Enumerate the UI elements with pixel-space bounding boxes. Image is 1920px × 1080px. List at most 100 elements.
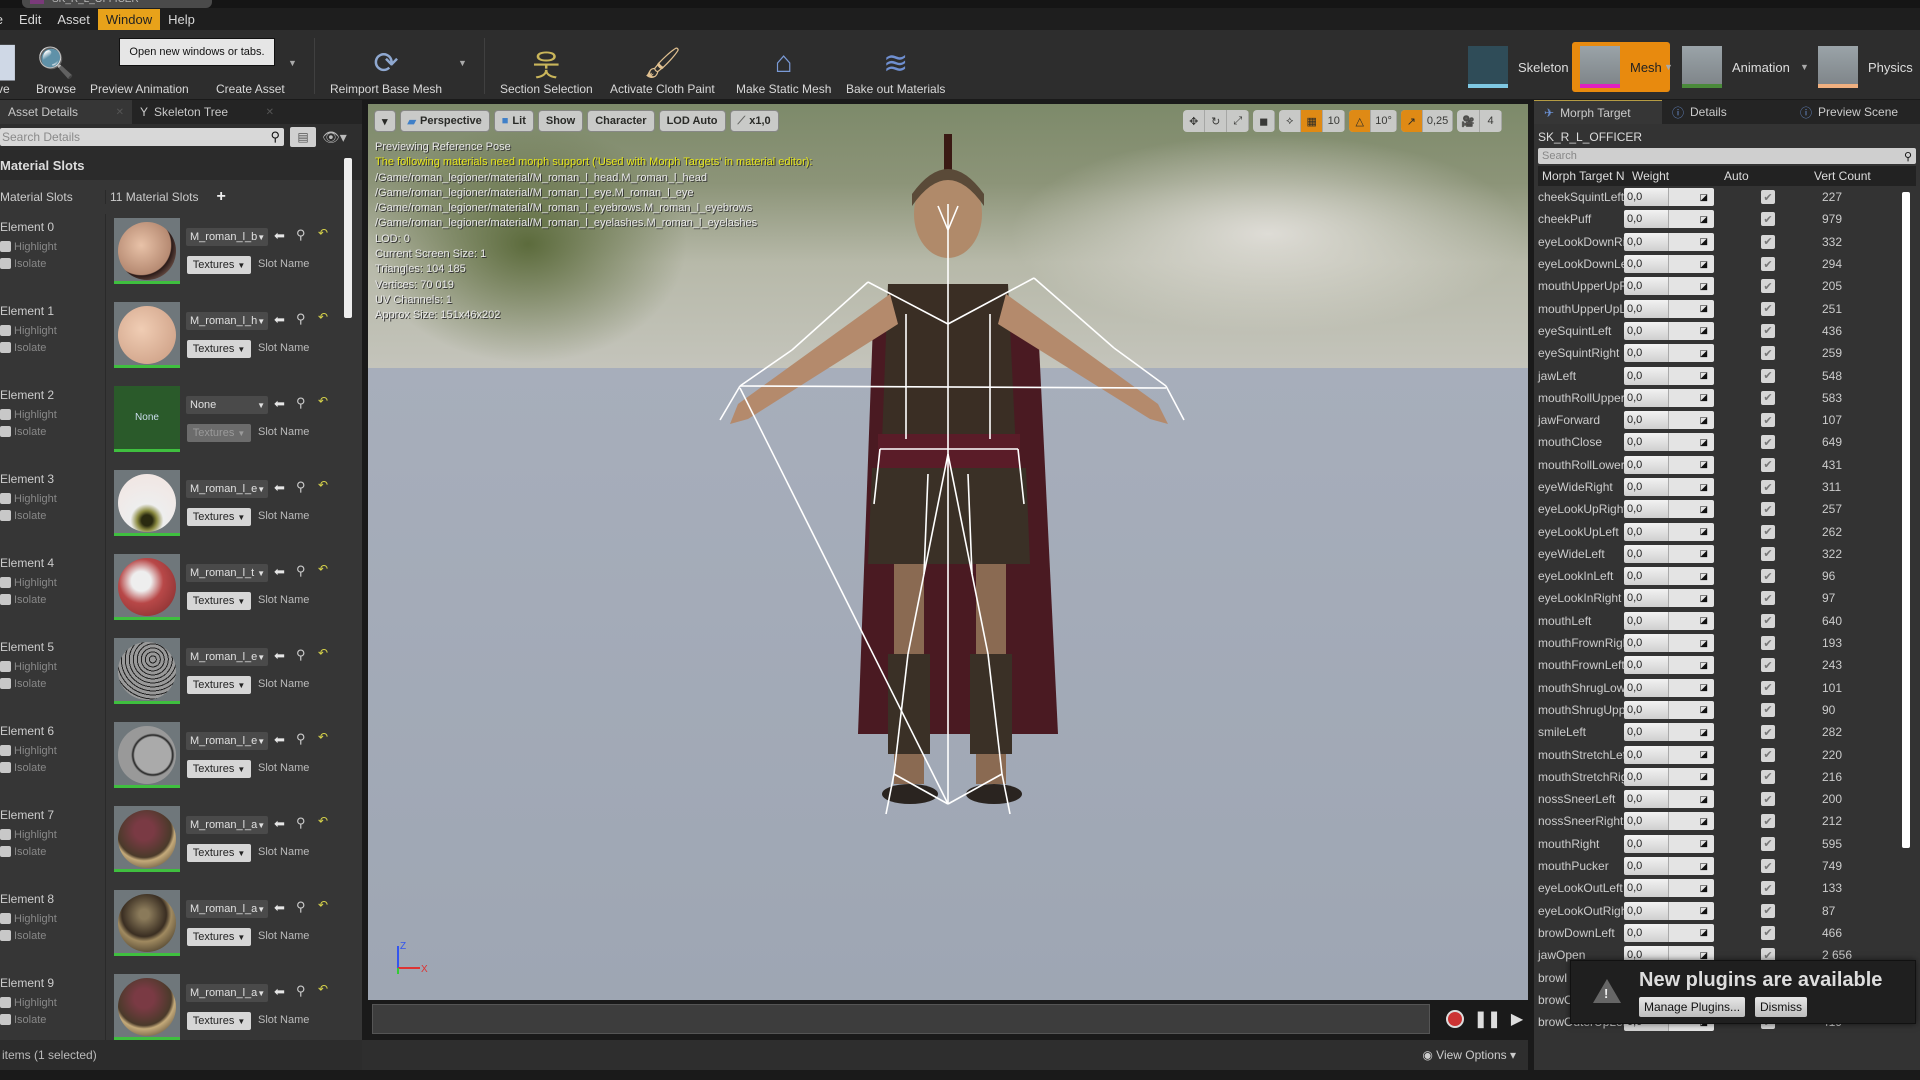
auto-checkbox[interactable]: ✔ (1761, 212, 1775, 227)
weight-value[interactable]: 0,0 (1624, 790, 1668, 809)
weight-slider-handle-icon[interactable]: ◪ (1668, 500, 1714, 519)
col-vert-count[interactable]: Vert Count (1814, 169, 1914, 183)
mode-mesh-button[interactable]: Mesh (1572, 42, 1670, 92)
morph-scrollbar[interactable] (1902, 192, 1910, 848)
weight-slider-handle-icon[interactable]: ◪ (1668, 678, 1714, 697)
view-options-eye-icon[interactable]: 👁▾ (322, 129, 347, 146)
viewport-options-menu[interactable]: ▾ (374, 110, 396, 132)
material-thumbnail[interactable] (114, 302, 180, 368)
weight-value[interactable]: 0,0 (1624, 634, 1668, 653)
weight-value[interactable]: 0,0 (1624, 411, 1668, 430)
menu-window[interactable]: Window (97, 8, 161, 30)
weight-slider-handle-icon[interactable]: ◪ (1668, 879, 1714, 898)
auto-checkbox[interactable]: ✔ (1761, 680, 1775, 695)
weight-spinbox[interactable]: 0,0 ◪ (1624, 857, 1714, 876)
weight-value[interactable]: 0,0 (1624, 834, 1668, 853)
weight-spinbox[interactable]: 0,0 ◪ (1624, 277, 1714, 296)
record-button[interactable] (1446, 1010, 1464, 1028)
browse-search-icon[interactable]: ⚲ (296, 731, 306, 747)
world-local-toggle-icon[interactable]: ◼ (1253, 110, 1276, 132)
auto-checkbox[interactable]: ✔ (1761, 257, 1775, 272)
grid-snap-toggle-icon[interactable]: ▦ (1301, 110, 1324, 132)
auto-checkbox[interactable]: ✔ (1761, 814, 1775, 829)
rotation-snap-value[interactable]: 10° (1371, 110, 1397, 132)
isolate-checkbox[interactable]: Isolate (0, 507, 105, 524)
isolate-checkbox[interactable]: Isolate (0, 1011, 105, 1028)
use-selected-arrow-icon[interactable]: ⬅ (274, 396, 285, 412)
auto-checkbox[interactable]: ✔ (1761, 859, 1775, 874)
isolate-checkbox[interactable]: Isolate (0, 339, 105, 356)
auto-checkbox[interactable]: ✔ (1761, 725, 1775, 740)
textures-dropdown[interactable]: Textures ▼ (187, 256, 251, 274)
highlight-checkbox[interactable]: Highlight (0, 322, 105, 339)
weight-spinbox[interactable]: 0,0 ◪ (1624, 901, 1714, 920)
reset-to-default-icon[interactable]: ↶ (318, 562, 328, 576)
perspective-button[interactable]: ▰ Perspective (399, 110, 490, 132)
auto-checkbox[interactable]: ✔ (1761, 480, 1775, 494)
reset-to-default-icon[interactable]: ↶ (318, 310, 328, 324)
weight-value[interactable]: 0,0 (1624, 745, 1668, 764)
mode-skeleton-button[interactable]: Skeleton (1460, 42, 1577, 92)
weight-value[interactable]: 0,0 (1624, 544, 1668, 563)
material-picker-combo[interactable]: M_roman_l_e ▼ (186, 480, 268, 498)
isolate-checkbox[interactable]: Isolate (0, 255, 105, 272)
camera-speed-icon[interactable]: 🎥 (1457, 110, 1480, 132)
material-picker-combo[interactable]: M_roman_l_a ▼ (186, 984, 268, 1002)
weight-spinbox[interactable]: 0,0 ◪ (1624, 923, 1714, 942)
weight-spinbox[interactable]: 0,0 ◪ (1624, 299, 1714, 318)
weight-value[interactable]: 0,0 (1624, 210, 1668, 229)
weight-value[interactable]: 0,0 (1624, 901, 1668, 920)
scale-snap-value[interactable]: 0,25 (1423, 110, 1454, 132)
weight-spinbox[interactable]: 0,0 ◪ (1624, 656, 1714, 675)
preview-viewport[interactable]: ▾ ▰ Perspective ■ Lit Show Character LOD A… (368, 104, 1528, 1000)
section-selection-button[interactable]: 웃 Section Selection (500, 36, 593, 96)
property-matrix-button[interactable]: ▤ (290, 127, 316, 147)
weight-slider-handle-icon[interactable]: ◪ (1668, 567, 1714, 586)
material-thumbnail[interactable] (114, 554, 180, 620)
lod-button[interactable]: LOD Auto (658, 110, 726, 132)
weight-slider-handle-icon[interactable]: ◪ (1668, 299, 1714, 318)
use-selected-arrow-icon[interactable]: ⬅ (274, 564, 285, 580)
document-tab[interactable]: SK_R_L_OFFICER (22, 0, 212, 8)
weight-value[interactable]: 0,0 (1624, 455, 1668, 474)
translate-tool-icon[interactable]: ✥ (1183, 110, 1206, 132)
auto-checkbox[interactable]: ✔ (1761, 747, 1775, 762)
use-selected-arrow-icon[interactable]: ⬅ (274, 228, 285, 244)
highlight-checkbox[interactable]: Highlight (0, 910, 105, 927)
auto-checkbox[interactable]: ✔ (1761, 502, 1775, 517)
camera-speed-value[interactable]: 4 (1480, 110, 1502, 132)
browse-search-icon[interactable]: ⚲ (296, 479, 306, 495)
use-selected-arrow-icon[interactable]: ⬅ (274, 984, 285, 1000)
weight-slider-handle-icon[interactable]: ◪ (1668, 857, 1714, 876)
reset-to-default-icon[interactable]: ↶ (318, 898, 328, 912)
auto-checkbox[interactable]: ✔ (1761, 613, 1775, 628)
browse-search-icon[interactable]: ⚲ (296, 311, 306, 327)
weight-slider-handle-icon[interactable]: ◪ (1668, 901, 1714, 920)
weight-spinbox[interactable]: 0,0 ◪ (1624, 790, 1714, 809)
weight-value[interactable]: 0,0 (1624, 879, 1668, 898)
weight-slider-handle-icon[interactable]: ◪ (1668, 589, 1714, 608)
weight-slider-handle-icon[interactable]: ◪ (1668, 812, 1714, 831)
scale-snap-toggle-icon[interactable]: ↗ (1400, 110, 1423, 132)
weight-value[interactable]: 0,0 (1624, 678, 1668, 697)
weight-value[interactable]: 0,0 (1624, 723, 1668, 742)
view-options-button[interactable]: ◉ View Options ▾ (1422, 1048, 1516, 1062)
material-thumbnail[interactable] (114, 638, 180, 704)
browse-button[interactable]: 🔍 Browse (36, 36, 76, 97)
browse-search-icon[interactable]: ⚲ (296, 395, 306, 411)
weight-value[interactable]: 0,0 (1624, 388, 1668, 407)
auto-checkbox[interactable]: ✔ (1761, 524, 1775, 539)
material-picker-combo[interactable]: M_roman_l_a ▼ (186, 900, 268, 918)
weight-slider-handle-icon[interactable]: ◪ (1668, 277, 1714, 296)
weight-value[interactable]: 0,0 (1624, 923, 1668, 942)
auto-checkbox[interactable]: ✔ (1761, 457, 1775, 472)
textures-dropdown[interactable]: Textures ▼ (187, 508, 251, 526)
weight-value[interactable]: 0,0 (1624, 812, 1668, 831)
auto-checkbox[interactable]: ✔ (1761, 925, 1775, 940)
weight-value[interactable]: 0,0 (1624, 700, 1668, 719)
manage-plugins-button[interactable]: Manage Plugins... (1639, 997, 1746, 1017)
weight-spinbox[interactable]: 0,0 ◪ (1624, 678, 1714, 697)
auto-checkbox[interactable]: ✔ (1761, 413, 1775, 428)
weight-value[interactable]: 0,0 (1624, 478, 1668, 496)
col-weight[interactable]: Weight (1632, 169, 1724, 183)
